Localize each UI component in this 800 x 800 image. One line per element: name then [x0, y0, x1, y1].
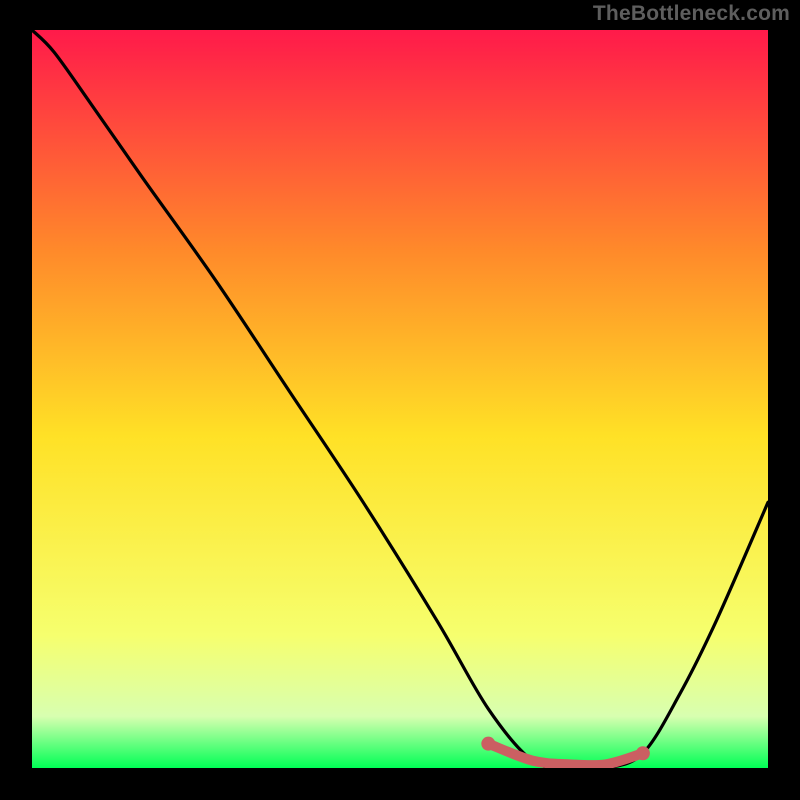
chart-svg [32, 30, 768, 768]
attribution-watermark: TheBottleneck.com [593, 2, 790, 26]
highlight-endpoint-left [481, 737, 495, 751]
plot-area [32, 30, 768, 768]
chart-root: TheBottleneck.com [0, 0, 800, 800]
gradient-background [32, 30, 768, 768]
highlight-endpoint-right [636, 746, 650, 760]
